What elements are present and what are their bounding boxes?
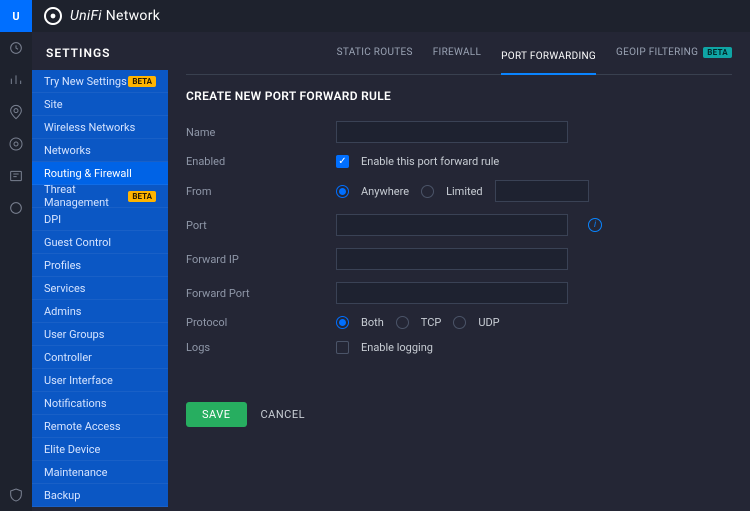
sidebar-item-notifications[interactable]: Notifications xyxy=(32,392,168,415)
forward-port-input[interactable] xyxy=(336,282,568,304)
from-radio-label: Limited xyxy=(446,185,483,198)
from-radio-anywhere[interactable] xyxy=(336,185,349,198)
beta-badge: BETA xyxy=(703,47,732,58)
sidebar-item-dpi[interactable]: DPI xyxy=(32,208,168,231)
sidebar-item-controller[interactable]: Controller xyxy=(32,346,168,369)
events-icon[interactable] xyxy=(0,192,32,224)
icon-rail: U xyxy=(0,0,32,511)
sidebar-item-guest-control[interactable]: Guest Control xyxy=(32,231,168,254)
label-name: Name xyxy=(186,126,336,139)
logo-circle-icon xyxy=(44,7,62,25)
settings-panel: SETTINGS Try New SettingsBETASiteWireles… xyxy=(32,32,168,511)
sidebar-item-elite-device[interactable]: Elite Device xyxy=(32,438,168,461)
topbar: UniFi Network xyxy=(32,0,750,32)
protocol-radio-udp[interactable] xyxy=(453,316,466,329)
beta-badge: BETA xyxy=(128,191,156,202)
label-enabled: Enabled xyxy=(186,155,336,168)
name-input[interactable] xyxy=(336,121,568,143)
brand-title: UniFi Network xyxy=(70,8,160,24)
protocol-radio-both[interactable] xyxy=(336,316,349,329)
sidebar-item-site[interactable]: Site xyxy=(32,93,168,116)
tabs: STATIC ROUTES FIREWALL PORT FORWARDING GEOI… xyxy=(186,32,732,75)
sidebar-item-maintenance[interactable]: Maintenance xyxy=(32,461,168,484)
sidebar-item-networks[interactable]: Networks xyxy=(32,139,168,162)
label-from: From xyxy=(186,185,336,198)
label-protocol: Protocol xyxy=(186,316,336,329)
stats-icon[interactable] xyxy=(0,64,32,96)
cancel-button[interactable]: CANCEL xyxy=(261,408,306,421)
label-forward-ip: Forward IP xyxy=(186,253,336,266)
shield-icon[interactable] xyxy=(0,479,32,511)
label-port: Port xyxy=(186,219,336,232)
page: STATIC ROUTES FIREWALL PORT FORWARDING GEOI… xyxy=(168,32,750,511)
port-input[interactable] xyxy=(336,214,568,236)
label-logs: Logs xyxy=(186,341,336,354)
protocol-radio-label: Both xyxy=(361,316,384,329)
logs-checkbox-label: Enable logging xyxy=(361,341,433,354)
forward-ip-input[interactable] xyxy=(336,248,568,270)
settings-nav: Try New SettingsBETASiteWireless Network… xyxy=(32,70,168,507)
protocol-radio-label: TCP xyxy=(421,316,442,329)
limited-input[interactable] xyxy=(495,180,589,202)
sidebar-item-admins[interactable]: Admins xyxy=(32,300,168,323)
tab-port-forwarding[interactable]: PORT FORWARDING xyxy=(501,47,596,75)
sidebar-item-profiles[interactable]: Profiles xyxy=(32,254,168,277)
sidebar-item-services[interactable]: Services xyxy=(32,277,168,300)
settings-heading: SETTINGS xyxy=(32,32,168,70)
page-title: CREATE NEW PORT FORWARD RULE xyxy=(186,89,732,103)
tab-firewall[interactable]: FIREWALL xyxy=(433,47,481,66)
protocol-radio-tcp[interactable] xyxy=(396,316,409,329)
dashboard-icon[interactable] xyxy=(0,32,32,64)
brand-icon[interactable]: U xyxy=(0,0,32,32)
label-forward-port: Forward Port xyxy=(186,287,336,300)
sidebar-item-try-new-settings[interactable]: Try New SettingsBETA xyxy=(32,70,168,93)
save-button[interactable]: SAVE xyxy=(186,402,247,427)
sidebar-item-remote-access[interactable]: Remote Access xyxy=(32,415,168,438)
devices-icon[interactable] xyxy=(0,128,32,160)
sidebar-item-wireless-networks[interactable]: Wireless Networks xyxy=(32,116,168,139)
sidebar-item-threat-management[interactable]: Threat ManagementBETA xyxy=(32,185,168,208)
logs-checkbox[interactable] xyxy=(336,341,349,354)
enabled-checkbox-label: Enable this port forward rule xyxy=(361,155,499,168)
info-icon[interactable]: i xyxy=(588,218,602,232)
sidebar-item-user-groups[interactable]: User Groups xyxy=(32,323,168,346)
tab-static-routes[interactable]: STATIC ROUTES xyxy=(337,47,413,66)
sidebar-item-user-interface[interactable]: User Interface xyxy=(32,369,168,392)
from-radio-limited[interactable] xyxy=(421,185,434,198)
from-radio-label: Anywhere xyxy=(361,185,409,198)
tab-geoip-filtering[interactable]: GEOIP FILTERINGBETA xyxy=(616,47,732,66)
enabled-checkbox[interactable]: ✓ xyxy=(336,155,349,168)
sidebar-item-routing-firewall[interactable]: Routing & Firewall xyxy=(32,162,168,185)
sidebar-item-backup[interactable]: Backup xyxy=(32,484,168,507)
protocol-radio-label: UDP xyxy=(478,316,499,329)
insights-icon[interactable] xyxy=(0,160,32,192)
map-icon[interactable] xyxy=(0,96,32,128)
beta-badge: BETA xyxy=(128,76,156,87)
